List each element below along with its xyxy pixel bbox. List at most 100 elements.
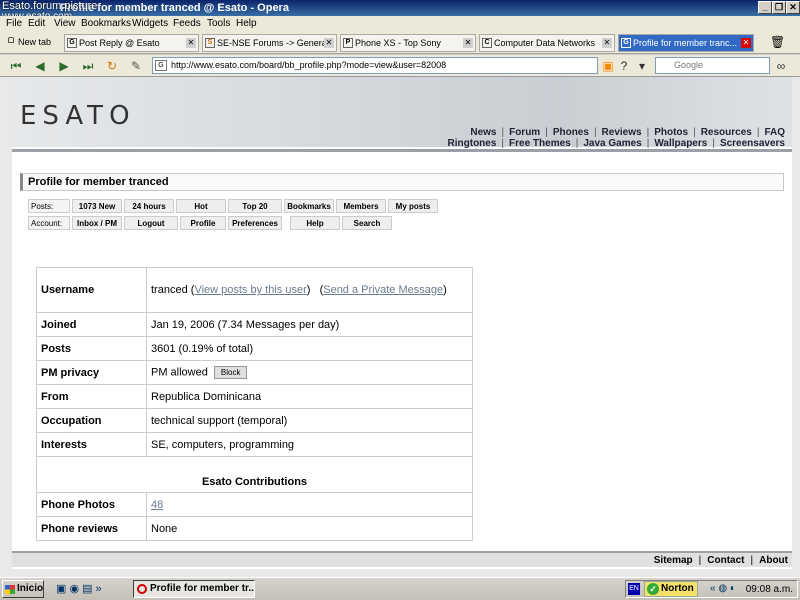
rewind-icon[interactable]: ⏮ (8, 58, 24, 74)
menu-tools[interactable]: Tools (207, 18, 230, 29)
contributions-header: Esato Contributions (36, 456, 473, 493)
back-icon[interactable]: ◀ (32, 58, 48, 74)
tab-close-icon[interactable]: ✕ (602, 38, 612, 48)
phone-photos-link[interactable]: 48 (151, 499, 163, 511)
tab-label: Profile for member tranc... (633, 38, 738, 48)
minimize-button[interactable]: _ (758, 1, 772, 14)
nav-screensavers[interactable]: Screensavers (715, 138, 790, 149)
table-row: PM privacy PM allowed Block (36, 360, 473, 385)
page-icon: G (155, 60, 167, 71)
tab-computer-data[interactable]: C Computer Data Networks ✕ (479, 34, 615, 52)
tab-close-icon[interactable]: ✕ (741, 38, 751, 48)
menu-edit[interactable]: Edit (28, 18, 45, 29)
search-input[interactable]: Google (655, 57, 770, 74)
table-row: Joined Jan 19, 2006 (7.34 Messages per d… (36, 312, 473, 337)
tab-phone-xs[interactable]: P Phone XS - Top Sony ✕ (340, 34, 476, 52)
taskbar-item-opera[interactable]: Profile for member tr... (133, 580, 255, 598)
close-button[interactable]: ✕ (786, 1, 800, 14)
pm-privacy-value: PM allowed (151, 366, 208, 379)
nav-ringtones[interactable]: Ringtones (443, 138, 502, 149)
block-button[interactable]: Block (213, 366, 248, 379)
nav-resources[interactable]: Resources (696, 127, 757, 138)
menu-file[interactable]: File (6, 18, 22, 29)
footer-contact[interactable]: Contact (707, 555, 744, 566)
from-label: From (36, 384, 147, 409)
nav-java-games[interactable]: Java Games (578, 138, 646, 149)
occupation-label: Occupation (36, 408, 147, 433)
menu-widgets[interactable]: Widgets (132, 18, 168, 29)
posts-hot-button[interactable]: Hot (176, 199, 226, 213)
quicklaunch-icons[interactable]: ▣ ◉ ▤ » (56, 582, 102, 595)
logout-button[interactable]: Logout (124, 216, 178, 230)
table-row: From Republica Dominicana (36, 384, 473, 409)
esato-logo[interactable]: ESATO (20, 101, 136, 131)
title-bar: Profile for member tranced @ Esato - Ope… (0, 0, 800, 22)
footer-about[interactable]: About (759, 555, 788, 566)
start-button[interactable]: Inicio (2, 580, 44, 598)
tray-icons[interactable]: « ◍ ◐ (710, 583, 736, 594)
inbox-button[interactable]: Inbox / PM (72, 216, 122, 230)
nav-wallpapers[interactable]: Wallpapers (649, 138, 712, 149)
menu-help[interactable]: Help (236, 18, 257, 29)
posts-24h-button[interactable]: 24 hours (124, 199, 174, 213)
view-posts-link[interactable]: View posts by this user (194, 284, 306, 296)
rss-icon[interactable]: ▣ (600, 58, 616, 74)
my-posts-button[interactable]: My posts (388, 199, 438, 213)
menu-view[interactable]: View (54, 18, 76, 29)
pm-privacy-label: PM privacy (36, 360, 147, 385)
nav-free-themes[interactable]: Free Themes (504, 138, 576, 149)
tab-profile-active[interactable]: G Profile for member tranc... ✕ (618, 34, 754, 52)
restore-button[interactable]: ❐ (772, 1, 786, 14)
tab-close-icon[interactable]: ✕ (324, 38, 334, 48)
search-button[interactable]: Search (342, 216, 392, 230)
fast-forward-icon[interactable]: ⏭ (80, 58, 96, 74)
nav-forum[interactable]: Forum (504, 127, 545, 138)
tab-label: Post Reply @ Esato (79, 38, 160, 48)
footer-sitemap[interactable]: Sitemap (654, 555, 693, 566)
url-input[interactable]: G http://www.esato.com/board/bb_profile.… (152, 57, 598, 74)
posts-label: Posts: (28, 199, 70, 213)
forward-icon[interactable]: ▶ (56, 58, 72, 74)
help-icon[interactable]: ? (616, 58, 632, 74)
phone-photos-cell: 48 (146, 492, 473, 517)
nav-news[interactable]: News (465, 127, 501, 138)
wand-icon[interactable]: ✎ (128, 58, 144, 74)
joined-value: Jan 19, 2006 (7.34 Messages per day) (146, 312, 473, 337)
new-tab-label: New tab (18, 37, 52, 47)
tab-close-icon[interactable]: ✕ (463, 38, 473, 48)
bookmarks-button[interactable]: Bookmarks (284, 199, 334, 213)
header-divider (12, 149, 792, 152)
members-button[interactable]: Members (336, 199, 386, 213)
binoculars-icon[interactable]: ∞ (773, 58, 789, 74)
nav-photos[interactable]: Photos (649, 127, 693, 138)
page-viewport: ESATO News | Forum | Phones | Reviews | Photos | R… (0, 77, 800, 577)
table-row: Esato Contributions (36, 456, 473, 493)
nav-phones[interactable]: Phones (548, 127, 594, 138)
nav-reviews[interactable]: Reviews (597, 127, 647, 138)
reload-icon[interactable]: ↻ (104, 58, 120, 74)
language-indicator[interactable]: EN (628, 583, 640, 595)
posts-count-value: 3601 (0.19% of total) (146, 336, 473, 361)
norton-badge[interactable]: ✓ Norton (644, 581, 698, 597)
profile-button[interactable]: Profile (180, 216, 226, 230)
tab-se-nse-forums[interactable]: S SE-NSE Forums -> General ✕ (202, 34, 337, 52)
send-pm-link[interactable]: Send a Private Message (323, 284, 443, 296)
preferences-button[interactable]: Preferences (228, 216, 282, 230)
table-row: Posts 3601 (0.19% of total) (36, 336, 473, 361)
tab-label: Computer Data Networks (494, 38, 596, 48)
nav-faq[interactable]: FAQ (759, 127, 790, 138)
tab-close-icon[interactable]: ✕ (186, 38, 196, 48)
tab-post-reply[interactable]: G Post Reply @ Esato ✕ (64, 34, 199, 52)
menu-bookmarks[interactable]: Bookmarks (81, 18, 131, 29)
site-footer: Sitemap | Contact | About (12, 551, 792, 567)
new-tab-button[interactable]: ▢ New tab (4, 34, 60, 52)
help-button[interactable]: Help (290, 216, 340, 230)
posts-new-button[interactable]: 1073 New (72, 199, 122, 213)
forum-icon: S (205, 38, 215, 48)
new-tab-icon: ▢ (7, 37, 15, 44)
trash-icon[interactable]: 🗑 (770, 35, 785, 49)
occupation-value: technical support (temporal) (146, 408, 473, 433)
dropdown-icon[interactable]: ▾ (634, 58, 650, 74)
posts-top20-button[interactable]: Top 20 (228, 199, 282, 213)
menu-feeds[interactable]: Feeds (173, 18, 201, 29)
